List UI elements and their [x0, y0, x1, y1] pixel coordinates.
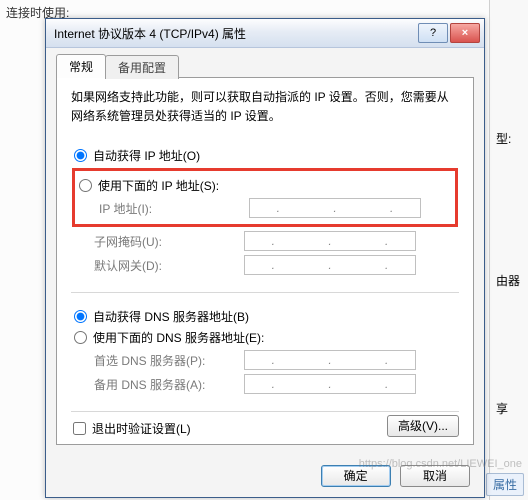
radio-auto-dns-input[interactable]: [74, 310, 87, 323]
field-ip-address: IP 地址(I): ...: [99, 198, 453, 218]
titlebar: Internet 协议版本 4 (TCP/IPv4) 属性 ? ×: [46, 19, 484, 48]
dialog-button-row: 确定 取消: [315, 465, 470, 487]
bg-label-1: 型:: [496, 130, 511, 147]
advanced-button[interactable]: 高级(V)...: [387, 415, 459, 437]
radio-manual-dns[interactable]: 使用下面的 DNS 服务器地址(E):: [72, 329, 458, 346]
field-subnet-mask: 子网掩码(U): ...: [94, 231, 458, 251]
input-ip-address[interactable]: ...: [249, 198, 421, 218]
radio-auto-ip[interactable]: 自动获得 IP 地址(O): [72, 147, 458, 164]
radio-auto-ip-input[interactable]: [74, 149, 87, 162]
tab-general[interactable]: 常规: [56, 54, 106, 78]
radio-manual-ip-label: 使用下面的 IP 地址(S):: [98, 177, 219, 194]
bg-label-3: 享: [496, 400, 508, 417]
label-subnet-mask: 子网掩码(U):: [94, 233, 244, 250]
background-properties-button[interactable]: 属性: [486, 473, 524, 496]
field-default-gateway: 默认网关(D): ...: [94, 255, 458, 275]
ipv4-properties-dialog: Internet 协议版本 4 (TCP/IPv4) 属性 ? × 常规 备用配…: [45, 18, 485, 498]
radio-manual-dns-input[interactable]: [74, 331, 87, 344]
help-button[interactable]: ?: [418, 23, 448, 43]
dialog-title: Internet 协议版本 4 (TCP/IPv4) 属性: [54, 25, 416, 42]
dns-group: 自动获得 DNS 服务器地址(B) 使用下面的 DNS 服务器地址(E): 首选…: [71, 301, 459, 407]
input-subnet-mask[interactable]: ...: [244, 231, 416, 251]
bg-label-2: 由器: [496, 272, 520, 289]
close-button[interactable]: ×: [450, 23, 480, 43]
input-default-gateway[interactable]: ...: [244, 255, 416, 275]
tab-panel-general: 如果网络支持此功能，则可以获取自动指派的 IP 设置。否则，您需要从网络系统管理…: [56, 77, 474, 445]
radio-auto-ip-label: 自动获得 IP 地址(O): [93, 147, 200, 164]
input-primary-dns[interactable]: ...: [244, 350, 416, 370]
input-alternate-dns[interactable]: ...: [244, 374, 416, 394]
manual-ip-highlight: 使用下面的 IP 地址(S): IP 地址(I): ...: [72, 168, 458, 227]
description-text: 如果网络支持此功能，则可以获取自动指派的 IP 设置。否则，您需要从网络系统管理…: [71, 88, 459, 126]
radio-manual-ip-input[interactable]: [79, 179, 92, 192]
tab-alternate-config[interactable]: 备用配置: [105, 55, 179, 79]
background-right-panel: 型: 由器 享: [489, 0, 528, 500]
field-alternate-dns: 备用 DNS 服务器(A): ...: [94, 374, 458, 394]
radio-auto-dns-label: 自动获得 DNS 服务器地址(B): [93, 308, 249, 325]
label-default-gateway: 默认网关(D):: [94, 257, 244, 274]
radio-manual-ip[interactable]: 使用下面的 IP 地址(S):: [77, 177, 453, 194]
label-ip-address: IP 地址(I):: [99, 200, 249, 217]
tab-strip: 常规 备用配置: [56, 54, 474, 78]
separator-2: [71, 411, 459, 412]
ip-address-group: 自动获得 IP 地址(O) 使用下面的 IP 地址(S): IP 地址(I): …: [71, 140, 459, 288]
cancel-button[interactable]: 取消: [400, 465, 470, 487]
radio-manual-dns-label: 使用下面的 DNS 服务器地址(E):: [93, 329, 264, 346]
validate-on-exit-label: 退出时验证设置(L): [92, 420, 191, 437]
radio-auto-dns[interactable]: 自动获得 DNS 服务器地址(B): [72, 308, 458, 325]
separator: [71, 292, 459, 293]
label-primary-dns: 首选 DNS 服务器(P):: [94, 352, 244, 369]
validate-on-exit-checkbox[interactable]: [73, 422, 86, 435]
label-alternate-dns: 备用 DNS 服务器(A):: [94, 376, 244, 393]
ok-button[interactable]: 确定: [321, 465, 391, 487]
field-primary-dns: 首选 DNS 服务器(P): ...: [94, 350, 458, 370]
